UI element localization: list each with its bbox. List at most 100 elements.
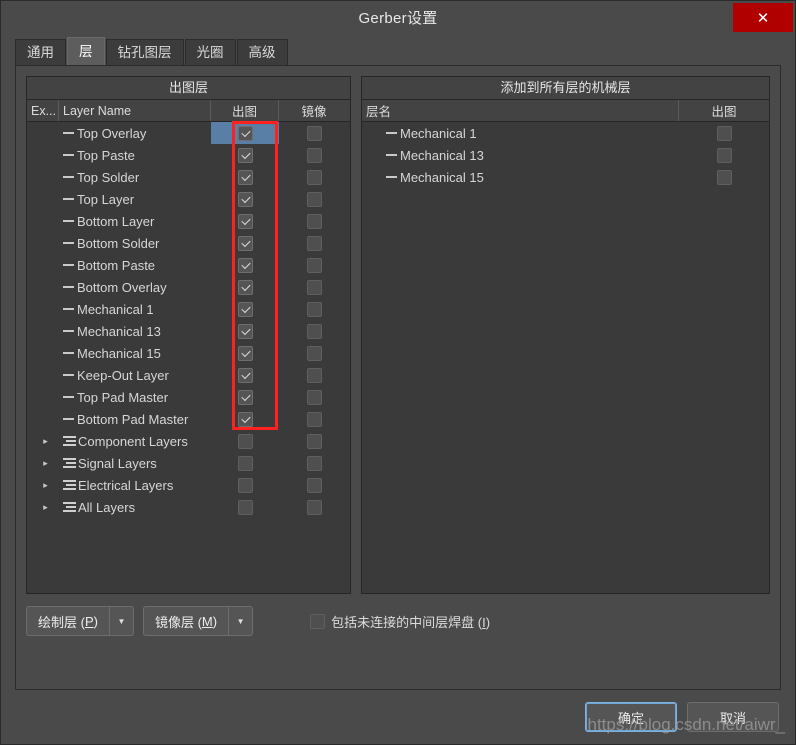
- plot-checkbox[interactable]: [237, 147, 253, 163]
- plot-checkbox[interactable]: [237, 345, 253, 361]
- mirror-cell[interactable]: [279, 210, 349, 232]
- plot-cell[interactable]: [211, 452, 279, 474]
- table-row[interactable]: Bottom Pad Master: [27, 408, 350, 430]
- mechanical-layers-list[interactable]: Mechanical 1 Mechanical 13 Mechanical 15: [362, 122, 769, 593]
- plot-checkbox[interactable]: [237, 477, 253, 493]
- plot-cell[interactable]: [211, 320, 279, 342]
- mirror-cell[interactable]: [279, 122, 349, 144]
- mirror-layers-button[interactable]: 镜像层 (M) ▼: [142, 606, 254, 636]
- table-row[interactable]: ▸ Component Layers: [27, 430, 350, 452]
- mirror-cell[interactable]: [279, 188, 349, 210]
- mirror-cell[interactable]: [279, 144, 349, 166]
- plot-cell[interactable]: [211, 408, 279, 430]
- plot-cell[interactable]: [211, 430, 279, 452]
- table-row[interactable]: Bottom Overlay: [27, 276, 350, 298]
- mirror-checkbox[interactable]: [306, 191, 322, 207]
- mirror-cell[interactable]: [279, 232, 349, 254]
- mirror-cell[interactable]: [279, 474, 349, 496]
- plot-cell[interactable]: [679, 166, 769, 188]
- plot-checkbox[interactable]: [237, 279, 253, 295]
- mirror-checkbox[interactable]: [306, 169, 322, 185]
- plot-checkbox[interactable]: [237, 257, 253, 273]
- mirror-checkbox[interactable]: [306, 389, 322, 405]
- plot-cell[interactable]: [211, 298, 279, 320]
- mirror-checkbox[interactable]: [306, 235, 322, 251]
- table-row[interactable]: Mechanical 13: [27, 320, 350, 342]
- table-row[interactable]: ▸ All Layers: [27, 496, 350, 518]
- mirror-checkbox[interactable]: [306, 257, 322, 273]
- plot-cell[interactable]: [679, 144, 769, 166]
- mirror-checkbox[interactable]: [306, 477, 322, 493]
- plot-cell[interactable]: [211, 166, 279, 188]
- plot-cell[interactable]: [211, 342, 279, 364]
- mirror-cell[interactable]: [279, 430, 349, 452]
- plot-cell[interactable]: [211, 276, 279, 298]
- column-header-plot[interactable]: 出图: [211, 100, 279, 121]
- cancel-button[interactable]: 取消: [687, 702, 779, 732]
- plot-cell[interactable]: [211, 386, 279, 408]
- mirror-checkbox[interactable]: [306, 455, 322, 471]
- ok-button[interactable]: 确定: [585, 702, 677, 732]
- mirror-checkbox[interactable]: [306, 301, 322, 317]
- table-row[interactable]: Top Overlay: [27, 122, 350, 144]
- mirror-cell[interactable]: [279, 166, 349, 188]
- mirror-checkbox[interactable]: [306, 367, 322, 383]
- table-row[interactable]: Top Solder: [27, 166, 350, 188]
- mirror-checkbox[interactable]: [306, 345, 322, 361]
- mirror-checkbox[interactable]: [306, 499, 322, 515]
- table-row[interactable]: ▸ Electrical Layers: [27, 474, 350, 496]
- chevron-down-icon[interactable]: ▼: [228, 607, 252, 635]
- mirror-cell[interactable]: [279, 276, 349, 298]
- mirror-cell[interactable]: [279, 298, 349, 320]
- include-unconnected-pads-option[interactable]: 包括未连接的中间层焊盘 (I): [310, 612, 490, 631]
- close-icon[interactable]: ✕: [733, 3, 793, 32]
- table-row[interactable]: Top Paste: [27, 144, 350, 166]
- plot-checkbox[interactable]: [237, 455, 253, 471]
- plot-cell[interactable]: [211, 474, 279, 496]
- table-row[interactable]: Top Pad Master: [27, 386, 350, 408]
- table-row[interactable]: Mechanical 15: [362, 166, 769, 188]
- table-row[interactable]: Keep-Out Layer: [27, 364, 350, 386]
- column-header-mirror[interactable]: 镜像: [279, 100, 349, 121]
- plot-cell[interactable]: [211, 122, 279, 144]
- plot-cell[interactable]: [211, 210, 279, 232]
- plot-checkbox[interactable]: [237, 433, 253, 449]
- plot-checkbox[interactable]: [237, 367, 253, 383]
- column-header-layer-name-right[interactable]: 层名: [362, 100, 679, 121]
- plot-checkbox[interactable]: [716, 169, 732, 185]
- mirror-checkbox[interactable]: [306, 411, 322, 427]
- table-row[interactable]: Mechanical 1: [362, 122, 769, 144]
- table-row[interactable]: Mechanical 1: [27, 298, 350, 320]
- table-row[interactable]: Bottom Paste: [27, 254, 350, 276]
- plot-checkbox[interactable]: [237, 235, 253, 251]
- column-header-extension[interactable]: Ex...: [27, 100, 59, 121]
- tab-aperture[interactable]: 光圈: [184, 39, 236, 65]
- include-unconnected-pads-checkbox[interactable]: [310, 613, 326, 629]
- mirror-checkbox[interactable]: [306, 147, 322, 163]
- mirror-cell[interactable]: [279, 342, 349, 364]
- table-row[interactable]: Mechanical 13: [362, 144, 769, 166]
- mirror-checkbox[interactable]: [306, 323, 322, 339]
- mirror-checkbox[interactable]: [306, 213, 322, 229]
- tab-drill[interactable]: 钻孔图层: [105, 39, 184, 65]
- chevron-down-icon[interactable]: ▼: [108, 607, 133, 635]
- plot-layers-button[interactable]: 绘制层 (P) ▼: [26, 606, 134, 636]
- mirror-checkbox[interactable]: [306, 125, 322, 141]
- plot-cell[interactable]: [211, 232, 279, 254]
- plot-cell[interactable]: [211, 254, 279, 276]
- tab-layers[interactable]: 层: [67, 37, 105, 65]
- plot-checkbox[interactable]: [237, 169, 253, 185]
- plot-cell[interactable]: [211, 144, 279, 166]
- mirror-cell[interactable]: [279, 496, 349, 518]
- mirror-cell[interactable]: [279, 254, 349, 276]
- expand-arrow-icon[interactable]: ▸: [39, 502, 52, 513]
- plot-checkbox[interactable]: [716, 147, 732, 163]
- plot-checkbox[interactable]: [237, 389, 253, 405]
- plot-cell[interactable]: [679, 122, 769, 144]
- table-row[interactable]: Mechanical 15: [27, 342, 350, 364]
- column-header-plot-right[interactable]: 出图: [679, 100, 769, 121]
- plot-cell[interactable]: [211, 496, 279, 518]
- table-row[interactable]: Bottom Layer: [27, 210, 350, 232]
- plot-checkbox[interactable]: [237, 323, 253, 339]
- mirror-cell[interactable]: [279, 320, 349, 342]
